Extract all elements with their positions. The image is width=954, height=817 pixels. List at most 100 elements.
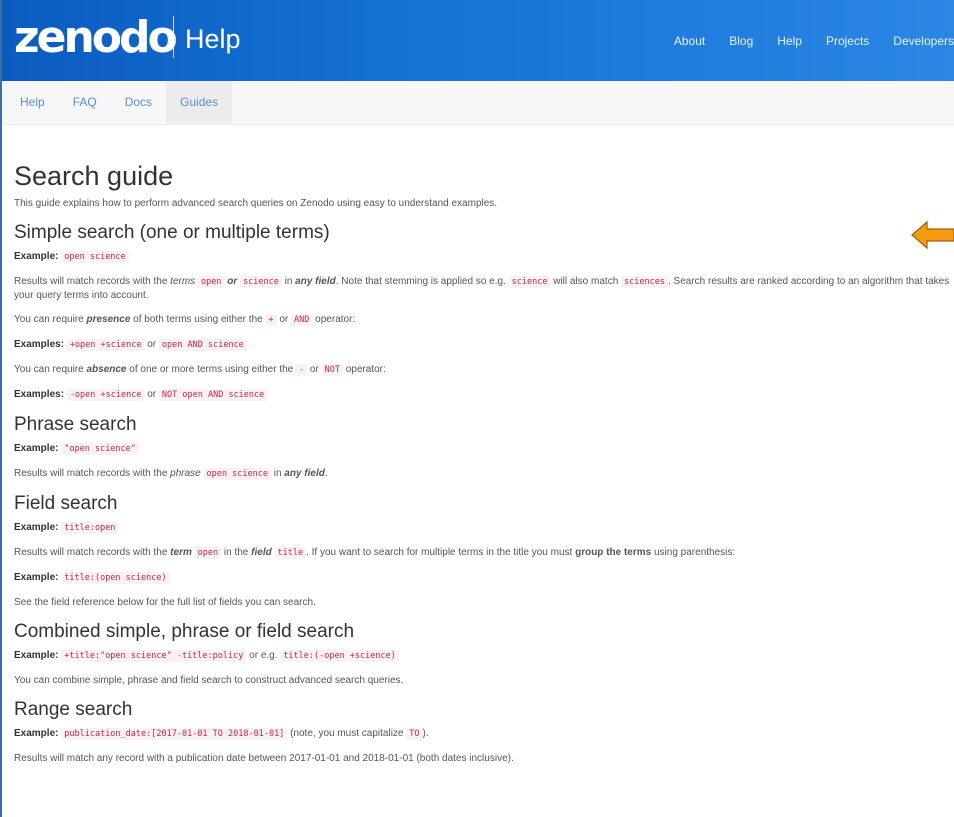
text: or xyxy=(307,364,322,375)
emphasis: term xyxy=(170,547,192,558)
example-code: NOT open AND science xyxy=(158,389,268,401)
text: will also match xyxy=(550,276,622,287)
combined-description: You can combine simple, phrase and field… xyxy=(14,675,404,686)
text: Results will match records with the xyxy=(14,468,171,479)
subnav-guides[interactable]: Guides xyxy=(166,81,233,124)
example-code: +title:"open science" -title:policy xyxy=(61,650,247,662)
phrase-example: Example: "open science" xyxy=(14,442,954,456)
nav-help[interactable]: Help xyxy=(777,33,802,49)
combined-example: Example: +title:"open science" -title:po… xyxy=(14,649,954,663)
inline-code: title xyxy=(274,547,307,559)
subnav-docs[interactable]: Docs xyxy=(111,81,166,124)
simple-example: Example: open science xyxy=(14,250,954,264)
example-label: Example: xyxy=(14,251,59,262)
simple-search-heading: Simple search (one or multiple terms) xyxy=(14,222,330,243)
text: . If you want to search for multiple ter… xyxy=(306,547,576,558)
text: You can require xyxy=(14,364,87,375)
emphasis: or xyxy=(227,276,238,287)
subnav-help[interactable]: Help xyxy=(6,81,59,124)
range-description: Results will match any record with a pub… xyxy=(14,753,514,764)
nav-about[interactable]: About xyxy=(674,33,705,49)
emphasis: any field xyxy=(295,276,336,287)
text: Results will match records with the xyxy=(14,276,171,287)
emphasis: any field xyxy=(295,276,336,287)
field-reference-note: See the field reference below for the fu… xyxy=(14,597,316,608)
inline-code: NOT xyxy=(321,364,343,376)
combined-search-heading: Combined simple, phrase or field search xyxy=(14,621,355,642)
emphasis: presence xyxy=(86,314,131,325)
text: in xyxy=(270,468,285,479)
emphasis: term xyxy=(170,547,192,558)
inline-code: TO xyxy=(406,728,423,740)
example-label: Example: xyxy=(14,522,59,533)
nav-projects[interactable]: Projects xyxy=(826,33,869,49)
subnav-faq[interactable]: FAQ xyxy=(59,81,111,124)
top-header: zenodo Help About Blog Help Projects Dev… xyxy=(2,0,954,81)
emphasis: phrase xyxy=(170,468,201,479)
phrase-search-heading: Phrase search xyxy=(14,414,137,435)
field-example: Example: title:open xyxy=(14,521,954,535)
example-label: Example: xyxy=(14,443,59,454)
example-code: +open +science xyxy=(66,339,145,351)
emphasis: any field xyxy=(284,468,325,479)
field-description: Results will match records with the term… xyxy=(14,546,954,560)
text: operator: xyxy=(312,314,356,325)
emphasis: absence xyxy=(86,364,126,375)
range-search-heading: Range search xyxy=(14,699,133,720)
inline-code: open xyxy=(197,276,225,288)
text: operator: xyxy=(342,364,386,375)
example-label: Example: xyxy=(14,728,59,739)
range-example: Example: publication_date:[2017-01-01 TO… xyxy=(14,727,954,741)
inline-code: open xyxy=(194,547,222,559)
simple-presence: You can require presence of both terms u… xyxy=(14,313,954,327)
example-label: Examples: xyxy=(14,339,65,350)
example-label: Example: xyxy=(14,650,59,661)
nav-blog[interactable]: Blog xyxy=(729,33,753,49)
text: Results will match records with the xyxy=(14,547,171,558)
emphasis: absence xyxy=(86,364,127,375)
example-code: "open science" xyxy=(61,443,139,455)
inline-code: science xyxy=(240,276,282,288)
inline-code: open science xyxy=(203,468,271,480)
field-group-example: Example: title:(open science) xyxy=(14,571,954,585)
emphasis: terms xyxy=(170,276,196,287)
text: or xyxy=(144,389,159,400)
simple-description: Results will match records with the term… xyxy=(14,275,954,302)
emphasis: field xyxy=(251,547,272,558)
logo-divider xyxy=(173,16,174,58)
text: ). xyxy=(422,728,429,739)
simple-presence-example: Examples: +open +science or open AND sci… xyxy=(14,338,954,352)
nav-developers[interactable]: Developers xyxy=(893,33,954,49)
text: in xyxy=(281,276,296,287)
main-content: Search guide This guide explains how to … xyxy=(2,161,954,765)
text: You can require xyxy=(14,314,87,325)
inline-code: sciences xyxy=(621,276,668,288)
text: . Note that stemming is applied so e.g. xyxy=(335,276,509,287)
field-search-heading: Field search xyxy=(14,493,118,514)
text: or xyxy=(276,314,292,325)
example-code: title:(-open +science) xyxy=(280,650,399,662)
text: (note, you must capitalize xyxy=(287,728,407,739)
emphasis: or xyxy=(227,276,237,287)
inline-code: science xyxy=(508,276,551,288)
simple-absence: You can require absence of one or more t… xyxy=(14,363,954,377)
top-nav: About Blog Help Projects Developers xyxy=(674,33,954,49)
example-label: Examples: xyxy=(14,389,65,400)
text: . xyxy=(324,468,328,479)
example-code: open science xyxy=(61,251,129,263)
phrase-description: Results will match records with the phra… xyxy=(14,467,954,481)
example-code: title:open xyxy=(61,522,119,534)
inline-code: - xyxy=(296,364,308,376)
text: of both terms using either the xyxy=(130,314,266,325)
emphasis: group the terms xyxy=(575,547,652,558)
left-arrow-icon xyxy=(911,220,954,250)
section-title[interactable]: Help xyxy=(185,22,241,56)
text: or e.g. xyxy=(246,650,281,661)
emphasis: field xyxy=(251,547,272,558)
zenodo-logo[interactable]: zenodo xyxy=(14,9,178,67)
text: of one or more terms using either the xyxy=(126,364,297,375)
text: or xyxy=(144,339,159,350)
text: using parenthesis: xyxy=(651,547,736,558)
example-code: publication_date:[2017-01-01 TO 2018-01-… xyxy=(61,728,288,740)
emphasis: any field xyxy=(284,468,325,479)
